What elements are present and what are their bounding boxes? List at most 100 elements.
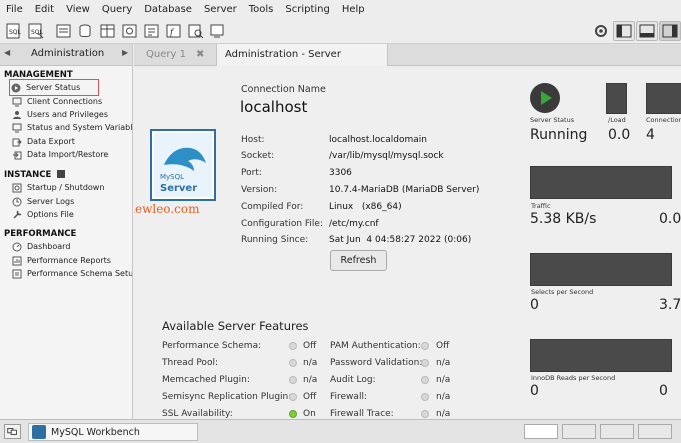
status-dot-icon [421,342,429,350]
feature-memcached-plugin: Memcached Plugin: [162,375,250,385]
sidebar-item-server-logs[interactable]: Server Logs [12,195,74,208]
feature-semisync-replication: Semisync Replication Plugin: [162,392,292,402]
menu-bar: File Edit View Query Database Server Too… [0,0,681,19]
selects-value: 0 [530,297,539,313]
traffic-label: Traffic [531,202,551,210]
menu-tools[interactable]: Tools [243,0,280,19]
version-label: Version: [241,185,278,195]
feature-memcached-plugin-value: n/a [303,375,318,385]
menu-server[interactable]: Server [198,0,243,19]
sidebar-item-dashboard[interactable]: Dashboard [12,240,70,253]
feature-thread-pool-value: n/a [303,358,318,368]
new-sql-tab-icon[interactable]: SQL [5,22,23,40]
sidebar-item-status-variables[interactable]: Status and System Variables [12,121,132,134]
sidebar-item-performance-reports[interactable]: Performance Reports [12,254,111,267]
tab-query-1[interactable]: Query 1 ✖ [146,44,218,66]
mysql-workbench-icon [32,425,46,439]
feature-semisync-replication-value: Off [303,392,317,402]
section-management: MANAGEMENT [4,70,73,80]
workspace-4[interactable] [638,424,672,439]
menu-scripting[interactable]: Scripting [279,0,335,19]
taskbar-mysql-workbench[interactable]: MySQL Workbench [28,423,198,441]
sidebar-item-data-import[interactable]: Data Import/Restore [12,148,108,161]
create-function-icon[interactable]: f [165,22,183,40]
innodb-reads-secondary-value: 0 [659,383,668,399]
open-sql-file-icon[interactable]: SQL [27,22,45,40]
power-icon [12,183,22,193]
feature-ssl-availability: SSL Availability: [162,409,233,419]
selects-secondary-value: 3.7 [659,297,681,313]
workspace-3[interactable] [600,424,634,439]
status-dot-icon [421,376,429,384]
sidebar-item-options-file[interactable]: Options File [12,208,74,221]
reconnect-icon[interactable] [209,22,227,40]
create-procedure-icon[interactable] [143,22,161,40]
selects-graph [530,253,672,286]
feature-password-validation-value: n/a [436,358,451,368]
toggle-secondary-sidebar-icon[interactable] [659,21,681,41]
status-dot-icon [421,410,429,418]
host-label: Host: [241,135,265,145]
toggle-sidebar-icon[interactable] [613,21,635,41]
create-schema-icon[interactable] [77,22,95,40]
instance-status-icon [57,170,66,178]
create-table-icon[interactable] [99,22,117,40]
sidebar-item-startup-shutdown[interactable]: Startup / Shutdown [12,181,104,194]
feature-password-validation: Password Validation: [330,358,423,368]
server-status-value: Running [530,127,588,143]
schema-inspector-icon[interactable] [55,22,73,40]
menu-query[interactable]: Query [96,0,138,19]
workspace-1[interactable] [524,424,558,439]
sidebar-item-client-connections[interactable]: Client Connections [12,95,102,108]
port-label: Port: [241,168,262,178]
editor-tabs: Query 1✖ Administration - Server Status✖ [134,44,681,82]
status-dot-icon [421,393,429,401]
search-table-data-icon[interactable] [187,22,205,40]
traffic-graph [530,166,672,199]
menu-database[interactable]: Database [138,0,198,19]
menu-view[interactable]: View [60,0,96,19]
report-icon [12,256,22,266]
menu-edit[interactable]: Edit [29,0,60,19]
watermark: techviewleo.com [134,202,200,216]
config-file-label: Configuration File: [241,219,323,229]
show-desktop-icon[interactable] [4,424,21,439]
status-dot-icon [289,359,297,367]
refresh-button[interactable]: Refresh [330,250,387,271]
traffic-value: 5.38 KB/s [530,211,597,227]
innodb-reads-value: 0 [530,383,539,399]
tab-administration-server-status[interactable]: Administration - Server Status✖ [216,44,388,82]
menu-file[interactable]: File [0,0,29,19]
status-dot-icon [289,410,297,418]
feature-performance-schema: Performance Schema: [162,341,262,351]
sidebar-item-performance-schema-setup[interactable]: Performance Schema Setup [12,267,132,280]
mysql-server-logo: MySQL Server [150,129,216,201]
sidebar-item-server-status[interactable]: Server Status [9,79,99,96]
export-icon [12,137,22,147]
connection-name: localhost [240,98,308,116]
toggle-output-panel-icon[interactable] [636,21,658,41]
feature-ssl-availability-value: On [303,409,316,419]
svg-text:MySQL: MySQL [160,173,184,181]
navigator-sidebar: ◀ Administration ▶ MANAGEMENT Server Sta… [0,44,133,419]
svg-text:Server: Server [160,183,197,194]
sidebar-item-users-privileges[interactable]: Users and Privileges [12,108,108,121]
wrench-icon [12,209,22,220]
menu-help[interactable]: Help [336,0,371,19]
monitor-icon [12,123,22,133]
status-dot-icon [421,359,429,367]
close-icon[interactable]: ✖ [196,49,204,60]
sidebar-item-data-export[interactable]: Data Export [12,135,75,148]
section-instance: INSTANCE [4,170,66,180]
svg-text:SQL: SQL [31,29,44,36]
compiled-for-value: Linux (x86_64) [329,202,402,212]
load-label: /Load [608,116,626,124]
workspace-2[interactable] [562,424,596,439]
import-icon [12,150,22,160]
create-view-icon[interactable] [121,22,139,40]
sidebar-header-title[interactable]: Administration [31,48,104,59]
settings-gear-icon[interactable] [592,22,610,40]
chevron-left-icon[interactable]: ◀ [4,48,10,57]
chevron-right-icon[interactable]: ▶ [122,48,128,57]
feature-firewall-trace-value: n/a [436,409,451,419]
